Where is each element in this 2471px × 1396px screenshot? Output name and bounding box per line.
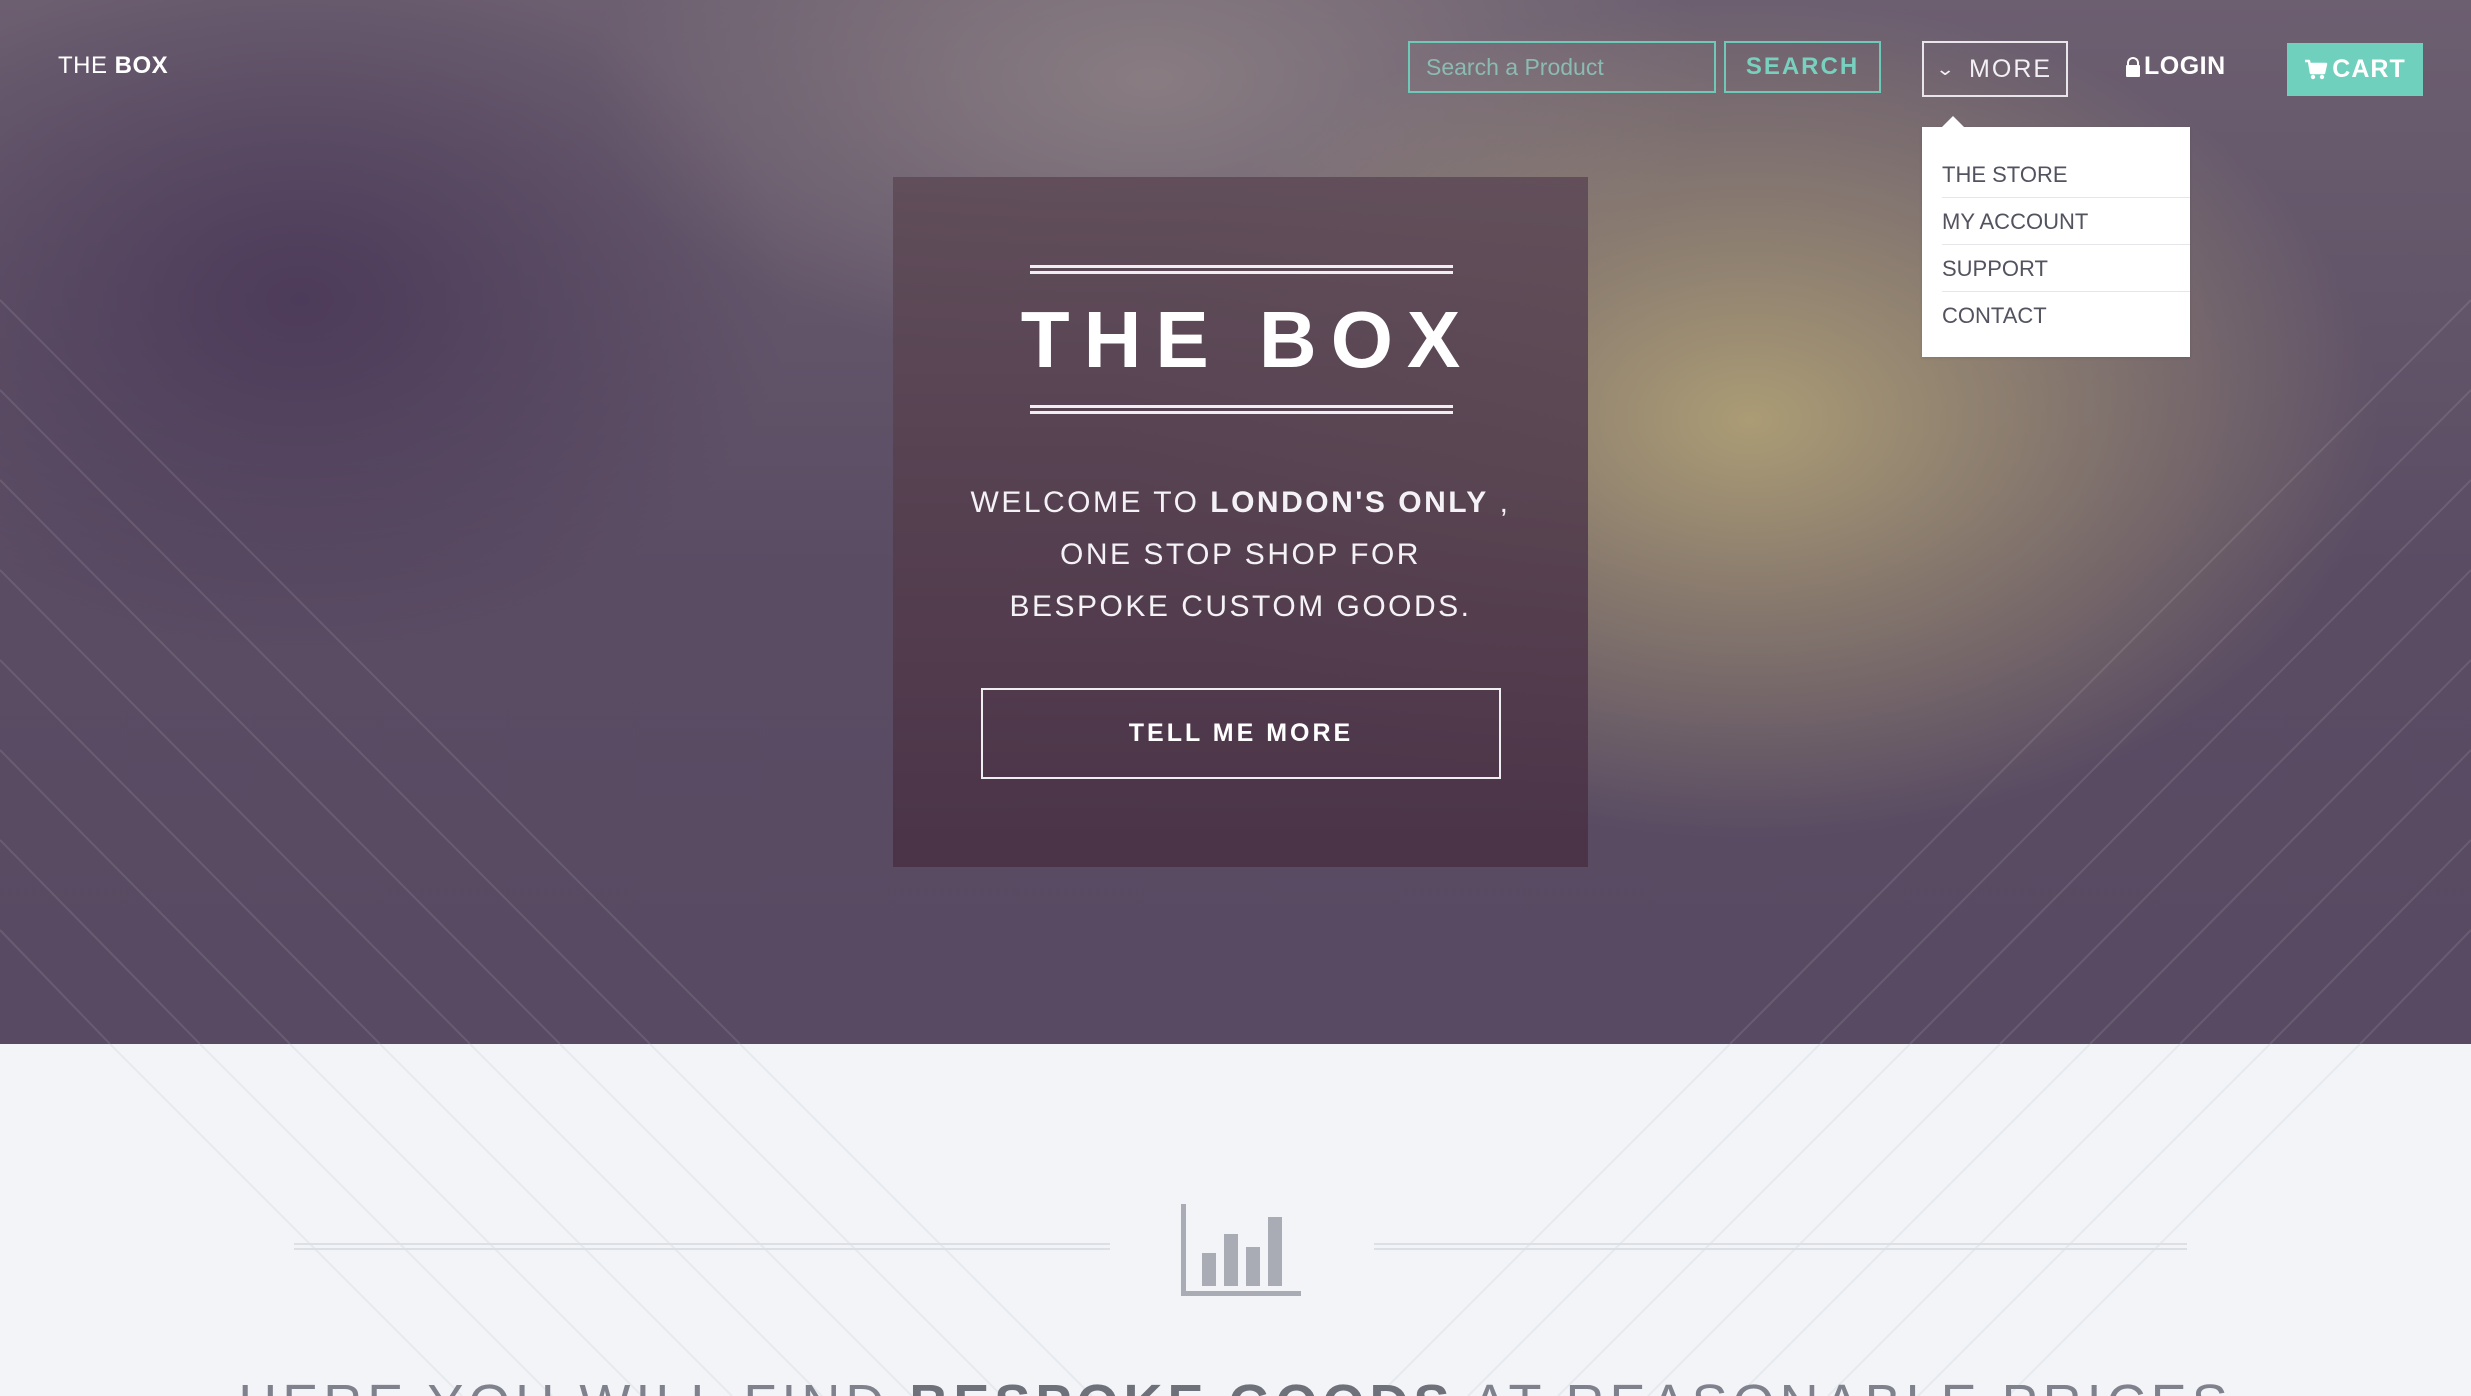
dropdown-caret xyxy=(1942,116,1964,127)
welcome-prefix: WELCOME TO xyxy=(970,486,1211,519)
tell-me-more-button[interactable]: TELL ME MORE xyxy=(981,688,1501,779)
welcome-line-2: ONE STOP SHOP FOR xyxy=(1060,538,1421,571)
tell-me-more-label: TELL ME MORE xyxy=(1128,719,1354,747)
search-input[interactable] xyxy=(1408,41,1716,93)
cart-label: CART xyxy=(2332,55,2406,83)
login-label: LOGIN xyxy=(2144,52,2226,80)
title-rule-bottom xyxy=(1030,405,1453,414)
menu-item-the-store[interactable]: THE STORE xyxy=(1942,151,2190,198)
bar-chart-icon xyxy=(1181,1204,1301,1296)
welcome-suffix: , xyxy=(1488,486,1511,519)
more-menu-label: MORE xyxy=(1969,54,2053,83)
tagline-suffix: AT REASONABLE PRICES xyxy=(1454,1374,2232,1396)
welcome-line-3: BESPOKE CUSTOM GOODS. xyxy=(1009,590,1472,623)
intro-section: HERE YOU WILL FIND BESPOKE GOODS AT REAS… xyxy=(0,1044,2471,1396)
tagline-prefix: HERE YOU WILL FIND xyxy=(238,1374,909,1396)
tagline-bold: BESPOKE GOODS xyxy=(909,1374,1454,1396)
welcome-line-1: WELCOME TO LONDON'S ONLY , xyxy=(893,477,1588,529)
section-tagline: HERE YOU WILL FIND BESPOKE GOODS AT REAS… xyxy=(0,1369,2471,1396)
more-dropdown-menu: THE STORE MY ACCOUNT SUPPORT CONTACT xyxy=(1922,116,2190,357)
lock-icon xyxy=(2126,56,2140,77)
search-button-label: SEARCH xyxy=(1745,53,1860,80)
cart-button[interactable]: CART xyxy=(2287,43,2423,96)
logo-light-text: THE xyxy=(58,52,115,79)
hero-section: THE BOX SEARCH ⌄ MORE LOGIN CART THE STO… xyxy=(0,0,2471,1044)
search-button[interactable]: SEARCH xyxy=(1724,41,1881,93)
divider-right xyxy=(1374,1243,2187,1250)
more-menu-button[interactable]: ⌄ MORE xyxy=(1922,41,2068,97)
logo-bold-text: BOX xyxy=(114,52,169,79)
welcome-bold: LONDON'S ONLY xyxy=(1210,486,1489,519)
hero-welcome-text: WELCOME TO LONDON'S ONLY , ONE STOP SHOP… xyxy=(893,477,1588,633)
hero-card: THE BOX WELCOME TO LONDON'S ONLY , ONE S… xyxy=(893,177,1588,867)
hero-title: THE BOX xyxy=(1020,295,1475,384)
login-link[interactable]: LOGIN xyxy=(2126,52,2226,81)
cart-icon xyxy=(2305,59,2328,79)
title-rule-top xyxy=(1030,265,1453,274)
divider-left xyxy=(294,1243,1110,1250)
site-logo[interactable]: THE BOX xyxy=(58,52,168,80)
menu-item-contact[interactable]: CONTACT xyxy=(1942,292,2190,339)
menu-item-my-account[interactable]: MY ACCOUNT xyxy=(1942,198,2190,245)
menu-item-support[interactable]: SUPPORT xyxy=(1942,245,2190,292)
chevron-down-icon: ⌄ xyxy=(1935,58,1958,79)
